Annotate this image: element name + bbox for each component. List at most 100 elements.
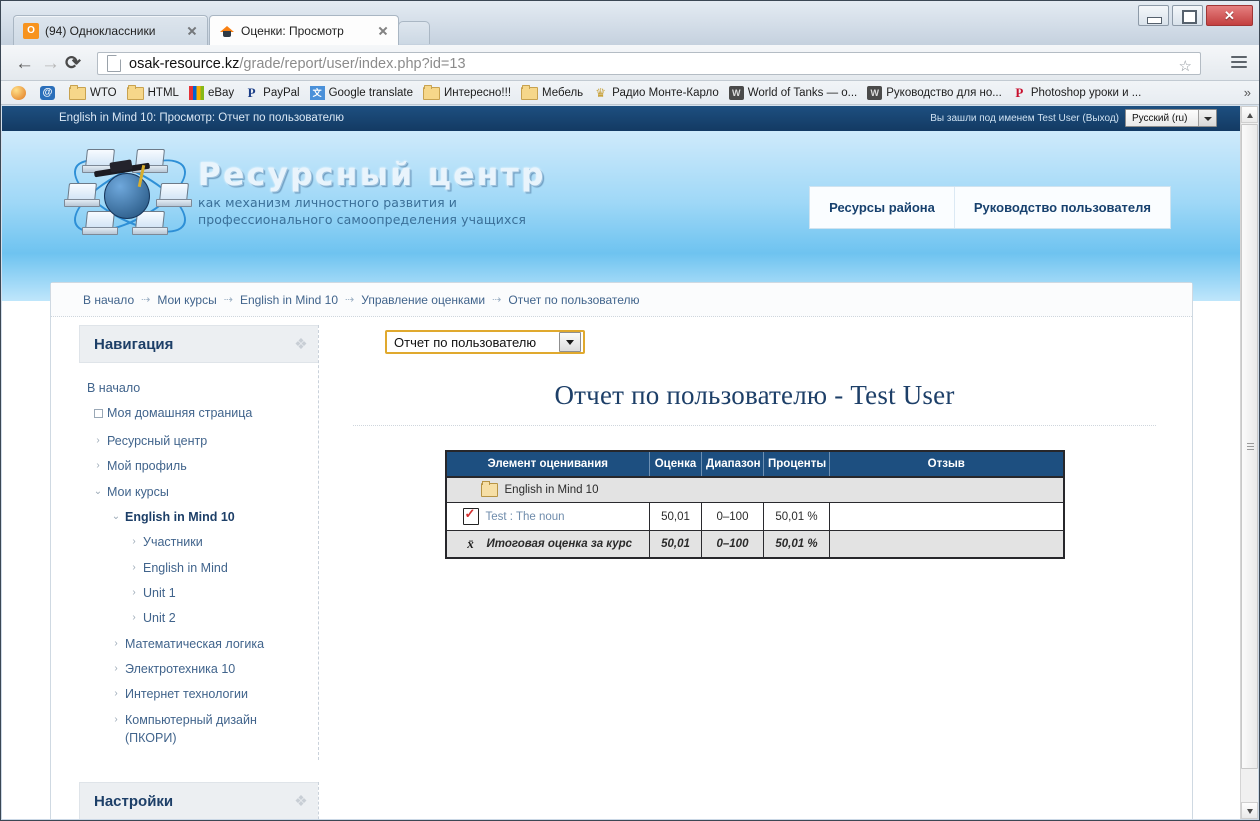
sidebar-item-electrotechnics-10[interactable]: › Электротехника 10	[79, 656, 318, 681]
at-icon: @	[40, 85, 55, 100]
sidebar-item-label: English in Mind 10	[125, 510, 235, 525]
back-button[interactable]: ←	[15, 54, 34, 73]
bookmark-item[interactable]: P PayPal	[244, 85, 300, 100]
sidebar-item-my-profile[interactable]: › Мой профиль	[79, 454, 318, 479]
chevron-down-icon[interactable]: ⌄	[91, 483, 105, 501]
block-decoration-icon: ❖	[294, 793, 308, 811]
sidebar-item-unit-2[interactable]: › Unit 2	[79, 606, 318, 631]
sidebar-item-my-home[interactable]: Моя домашняя страница	[79, 400, 318, 428]
table-row: English in Mind 10	[445, 477, 1064, 503]
report-select[interactable]: Отчет по пользователю	[385, 330, 585, 354]
bookmark-item[interactable]: W World of Tanks — о...	[728, 85, 857, 100]
header-button-district-resources[interactable]: Ресурсы района	[810, 187, 955, 228]
sidebar-item-english-in-mind-10[interactable]: ⌄ English in Mind 10	[79, 504, 318, 529]
bookmark-item[interactable]: ♛ Радио Монте-Карло	[593, 86, 719, 100]
bookmark-item[interactable]: Мебель	[521, 84, 583, 100]
table-row: Итоговая оценка за курс 50,01 0–100 50,0…	[445, 530, 1064, 558]
chevron-right-icon[interactable]: ›	[109, 660, 123, 678]
bookmark-item[interactable]: @	[40, 85, 59, 100]
header-button-user-guide[interactable]: Руководство пользователя	[955, 187, 1170, 228]
breadcrumb-item-my-courses[interactable]: Мои курсы	[157, 293, 216, 307]
close-icon[interactable]	[375, 23, 391, 39]
scroll-up-icon[interactable]	[1241, 106, 1258, 123]
sidebar-item-computer-design[interactable]: › Компьютерный дизайн (ПКОРИ)	[79, 707, 299, 750]
ebay-icon	[188, 85, 204, 100]
breadcrumb-item-grade-admin[interactable]: Управление оценками	[361, 293, 485, 307]
bookmark-item[interactable]	[11, 85, 30, 100]
chevron-right-icon[interactable]: ›	[91, 457, 105, 475]
bookmark-item[interactable]: eBay	[188, 85, 234, 100]
login-info[interactable]: Вы зашли под именем Test User (Выход)	[930, 113, 1119, 124]
sidebar-item-resource-center[interactable]: › Ресурсный центр	[79, 429, 318, 454]
sidebar-item-english-in-mind[interactable]: › English in Mind	[79, 555, 318, 580]
column-header-grade: Оценка	[649, 451, 702, 478]
sidebar-item-home[interactable]: В начало	[79, 375, 318, 400]
chevron-right-icon[interactable]: ›	[109, 635, 123, 653]
chevron-right-icon[interactable]: ›	[127, 584, 141, 602]
sidebar-item-math-logic[interactable]: › Математическая логика	[79, 631, 318, 656]
column-header-percentage: Проценты	[763, 451, 830, 478]
reload-button[interactable]: ⟳	[65, 54, 84, 73]
chevron-right-icon[interactable]: ›	[91, 432, 105, 450]
browser-tab-grades[interactable]: Оценки: Просмотр	[209, 15, 399, 45]
page-scrollbar[interactable]	[1240, 106, 1258, 819]
bookmark-item[interactable]: WTO	[69, 84, 117, 100]
bookmark-item[interactable]: P Photoshop уроки и ...	[1012, 85, 1141, 100]
ball-icon	[11, 85, 26, 100]
address-bar[interactable]: osak-resource.kz/grade/report/user/index…	[97, 52, 1201, 75]
chevron-right-icon[interactable]: ›	[109, 685, 123, 703]
breadcrumb-item-user-report[interactable]: Отчет по пользователю	[508, 293, 639, 307]
maximize-icon[interactable]	[1172, 5, 1203, 26]
sidebar-item-unit-1[interactable]: › Unit 1	[79, 580, 318, 605]
total-label: Итоговая оценка за курс	[486, 538, 633, 550]
bookmark-label: Интересно!!!	[443, 86, 512, 99]
bookmarks-overflow-button[interactable]: »	[1244, 85, 1251, 100]
report-select-value: Отчет по пользователю	[394, 334, 537, 350]
chevron-down-icon[interactable]	[559, 332, 581, 352]
scroll-down-icon[interactable]	[1241, 802, 1258, 819]
item-name-cell: Test : The noun	[445, 502, 650, 531]
breadcrumb-item-course[interactable]: English in Mind 10	[240, 293, 338, 307]
close-icon[interactable]	[1206, 5, 1253, 26]
page-info-icon[interactable]	[107, 55, 121, 72]
sidebar-item-participants[interactable]: › Участники	[79, 530, 318, 555]
bookmark-item[interactable]: HTML	[126, 84, 179, 100]
header-nav-buttons: Ресурсы района Руководство пользователя	[809, 186, 1171, 229]
new-tab-button[interactable]	[398, 21, 430, 44]
bookmark-item[interactable]: 文 Google translate	[309, 85, 413, 100]
logo-text: Ресурсный центр как механизм личностного…	[198, 160, 546, 228]
close-icon[interactable]	[184, 23, 200, 39]
minimize-icon[interactable]	[1138, 5, 1169, 26]
sidebar-item-my-courses[interactable]: ⌄ Мои курсы	[79, 479, 318, 504]
chevron-right-icon[interactable]: ›	[127, 609, 141, 627]
sidebar-item-label: Мои курсы	[107, 484, 169, 499]
chevron-right-icon[interactable]: ›	[109, 711, 123, 729]
bookmark-item[interactable]: Интересно!!!	[422, 84, 512, 100]
total-name-cell: Итоговая оценка за курс	[445, 530, 650, 558]
bookmark-label: Радио Монте-Карло	[612, 86, 719, 99]
site-logo[interactable]: Ресурсный центр как механизм личностного…	[63, 144, 546, 248]
chevron-right-icon[interactable]: ›	[127, 559, 141, 577]
sidebar-item-label: В начало	[87, 380, 141, 395]
browser-menu-button[interactable]	[1231, 56, 1247, 71]
chevron-right-icon[interactable]: ›	[127, 533, 141, 551]
title-divider	[353, 425, 1156, 426]
chevron-down-icon[interactable]	[1198, 110, 1216, 126]
bookmark-star-icon[interactable]: ☆	[1179, 57, 1192, 75]
sidebar-item-internet-technologies[interactable]: › Интернет технологии	[79, 682, 318, 707]
square-bullet-icon	[91, 404, 105, 425]
forward-button[interactable]: →	[41, 54, 60, 73]
breadcrumb-item-home[interactable]: В начало	[83, 293, 134, 307]
item-feedback-cell	[829, 502, 1064, 531]
breadcrumb: В начало ⇢ Мои курсы ⇢ English in Mind 1…	[51, 283, 1192, 317]
sidebar-item-label: Математическая логика	[125, 636, 265, 651]
sidebar-item-label: Unit 1	[143, 585, 176, 600]
item-link[interactable]: Test : The noun	[486, 511, 565, 523]
browser-tab-odnoklassniki[interactable]: (94) Одноклассники	[13, 15, 208, 45]
breadcrumb-separator: ⇢	[141, 294, 151, 306]
scrollbar-thumb[interactable]	[1241, 124, 1258, 769]
chevron-down-icon[interactable]: ⌄	[109, 508, 123, 526]
bookmark-item[interactable]: W Руководство для но...	[867, 85, 1002, 100]
sidebar-item-label: Unit 2	[143, 611, 176, 626]
language-select[interactable]: Русский (ru)	[1125, 109, 1217, 127]
